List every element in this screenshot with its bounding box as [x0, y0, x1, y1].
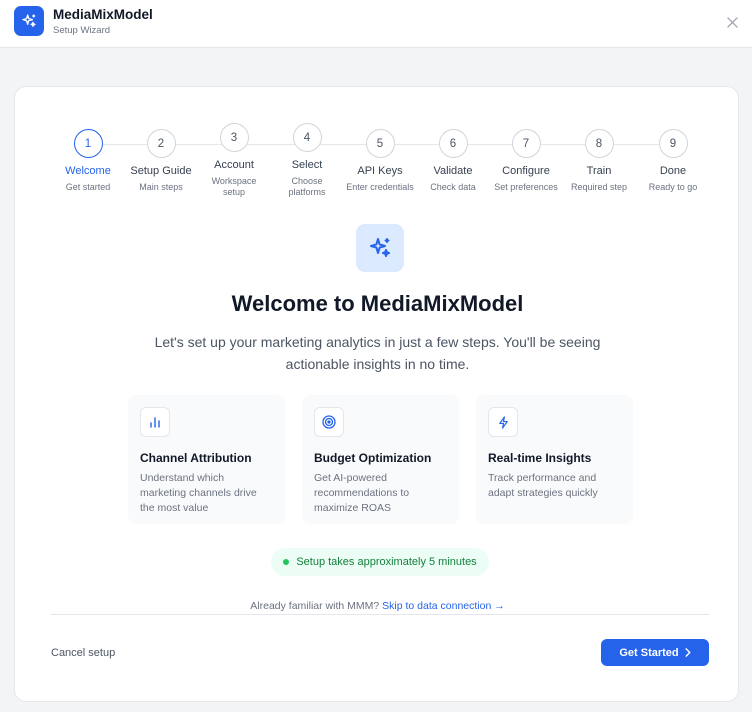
feature-desc: Track performance and adapt strategies q… [488, 472, 598, 499]
feature-desc: Understand which marketing channels driv… [140, 472, 257, 514]
step-number: 5 [365, 129, 395, 158]
step-number: 1 [73, 129, 103, 158]
sparkles-icon [356, 224, 404, 272]
step-number: 9 [658, 129, 688, 158]
step-desc: Ready to go [648, 182, 698, 192]
feature-desc: Get AI-powered recommendations to maximi… [314, 472, 410, 514]
footer-divider [51, 614, 709, 615]
chevron-right-icon [685, 648, 691, 657]
cancel-setup-button[interactable]: Cancel setup [51, 647, 115, 659]
time-estimate-text: Setup takes approximately 5 minutes [296, 556, 477, 568]
app-subtitle: Setup Wizard [53, 25, 111, 36]
feature-title: Budget Optimization [314, 451, 432, 465]
skip-prefix: Already familiar with MMM? [250, 600, 380, 612]
close-icon[interactable] [724, 14, 740, 30]
step-desc: Choose platforms [288, 176, 326, 197]
page-title: Welcome to MediaMixModel [231, 291, 524, 316]
step-number: 6 [438, 129, 468, 158]
wizard-card: 1 Welcome Get started 2 Setup Guide Main step… [14, 86, 739, 702]
bar-chart-icon [140, 407, 170, 437]
step-number: 8 [584, 129, 614, 158]
get-started-button[interactable]: Get Started [601, 639, 709, 666]
lightning-icon [488, 407, 518, 437]
app-header: MediaMixModel Setup Wizard [0, 0, 752, 48]
feature-card-budget: Budget Optimization Get AI-powered recom… [302, 395, 459, 524]
page-intro: Let's set up your marketing analytics in… [154, 334, 601, 372]
sparkles-icon [14, 6, 44, 36]
skip-line: Already familiar with MMM? Skip to data … [15, 600, 740, 612]
step-number: 4 [292, 123, 322, 152]
feature-card-attribution: Channel Attribution Understand which mar… [128, 395, 285, 524]
step-number: 2 [146, 129, 176, 158]
feature-title: Channel Attribution [140, 451, 252, 465]
status-dot-icon [283, 559, 290, 565]
target-icon [314, 407, 344, 437]
get-started-label: Get Started [619, 646, 679, 659]
time-estimate-badge: Setup takes approximately 5 minutes [271, 548, 489, 576]
step-number: 7 [511, 129, 541, 158]
skip-to-data-connection-link[interactable]: Skip to data connection → [382, 600, 505, 612]
step-9[interactable]: 9 Done Ready to go [628, 129, 718, 193]
step-label: Done [659, 165, 687, 177]
step-desc: Workspace setup [211, 176, 257, 197]
feature-title: Real-time Insights [488, 451, 592, 465]
feature-card-insights: Real-time Insights Track performance and… [476, 395, 633, 524]
step-number: 3 [219, 123, 249, 152]
app-title: MediaMixModel [53, 7, 153, 22]
